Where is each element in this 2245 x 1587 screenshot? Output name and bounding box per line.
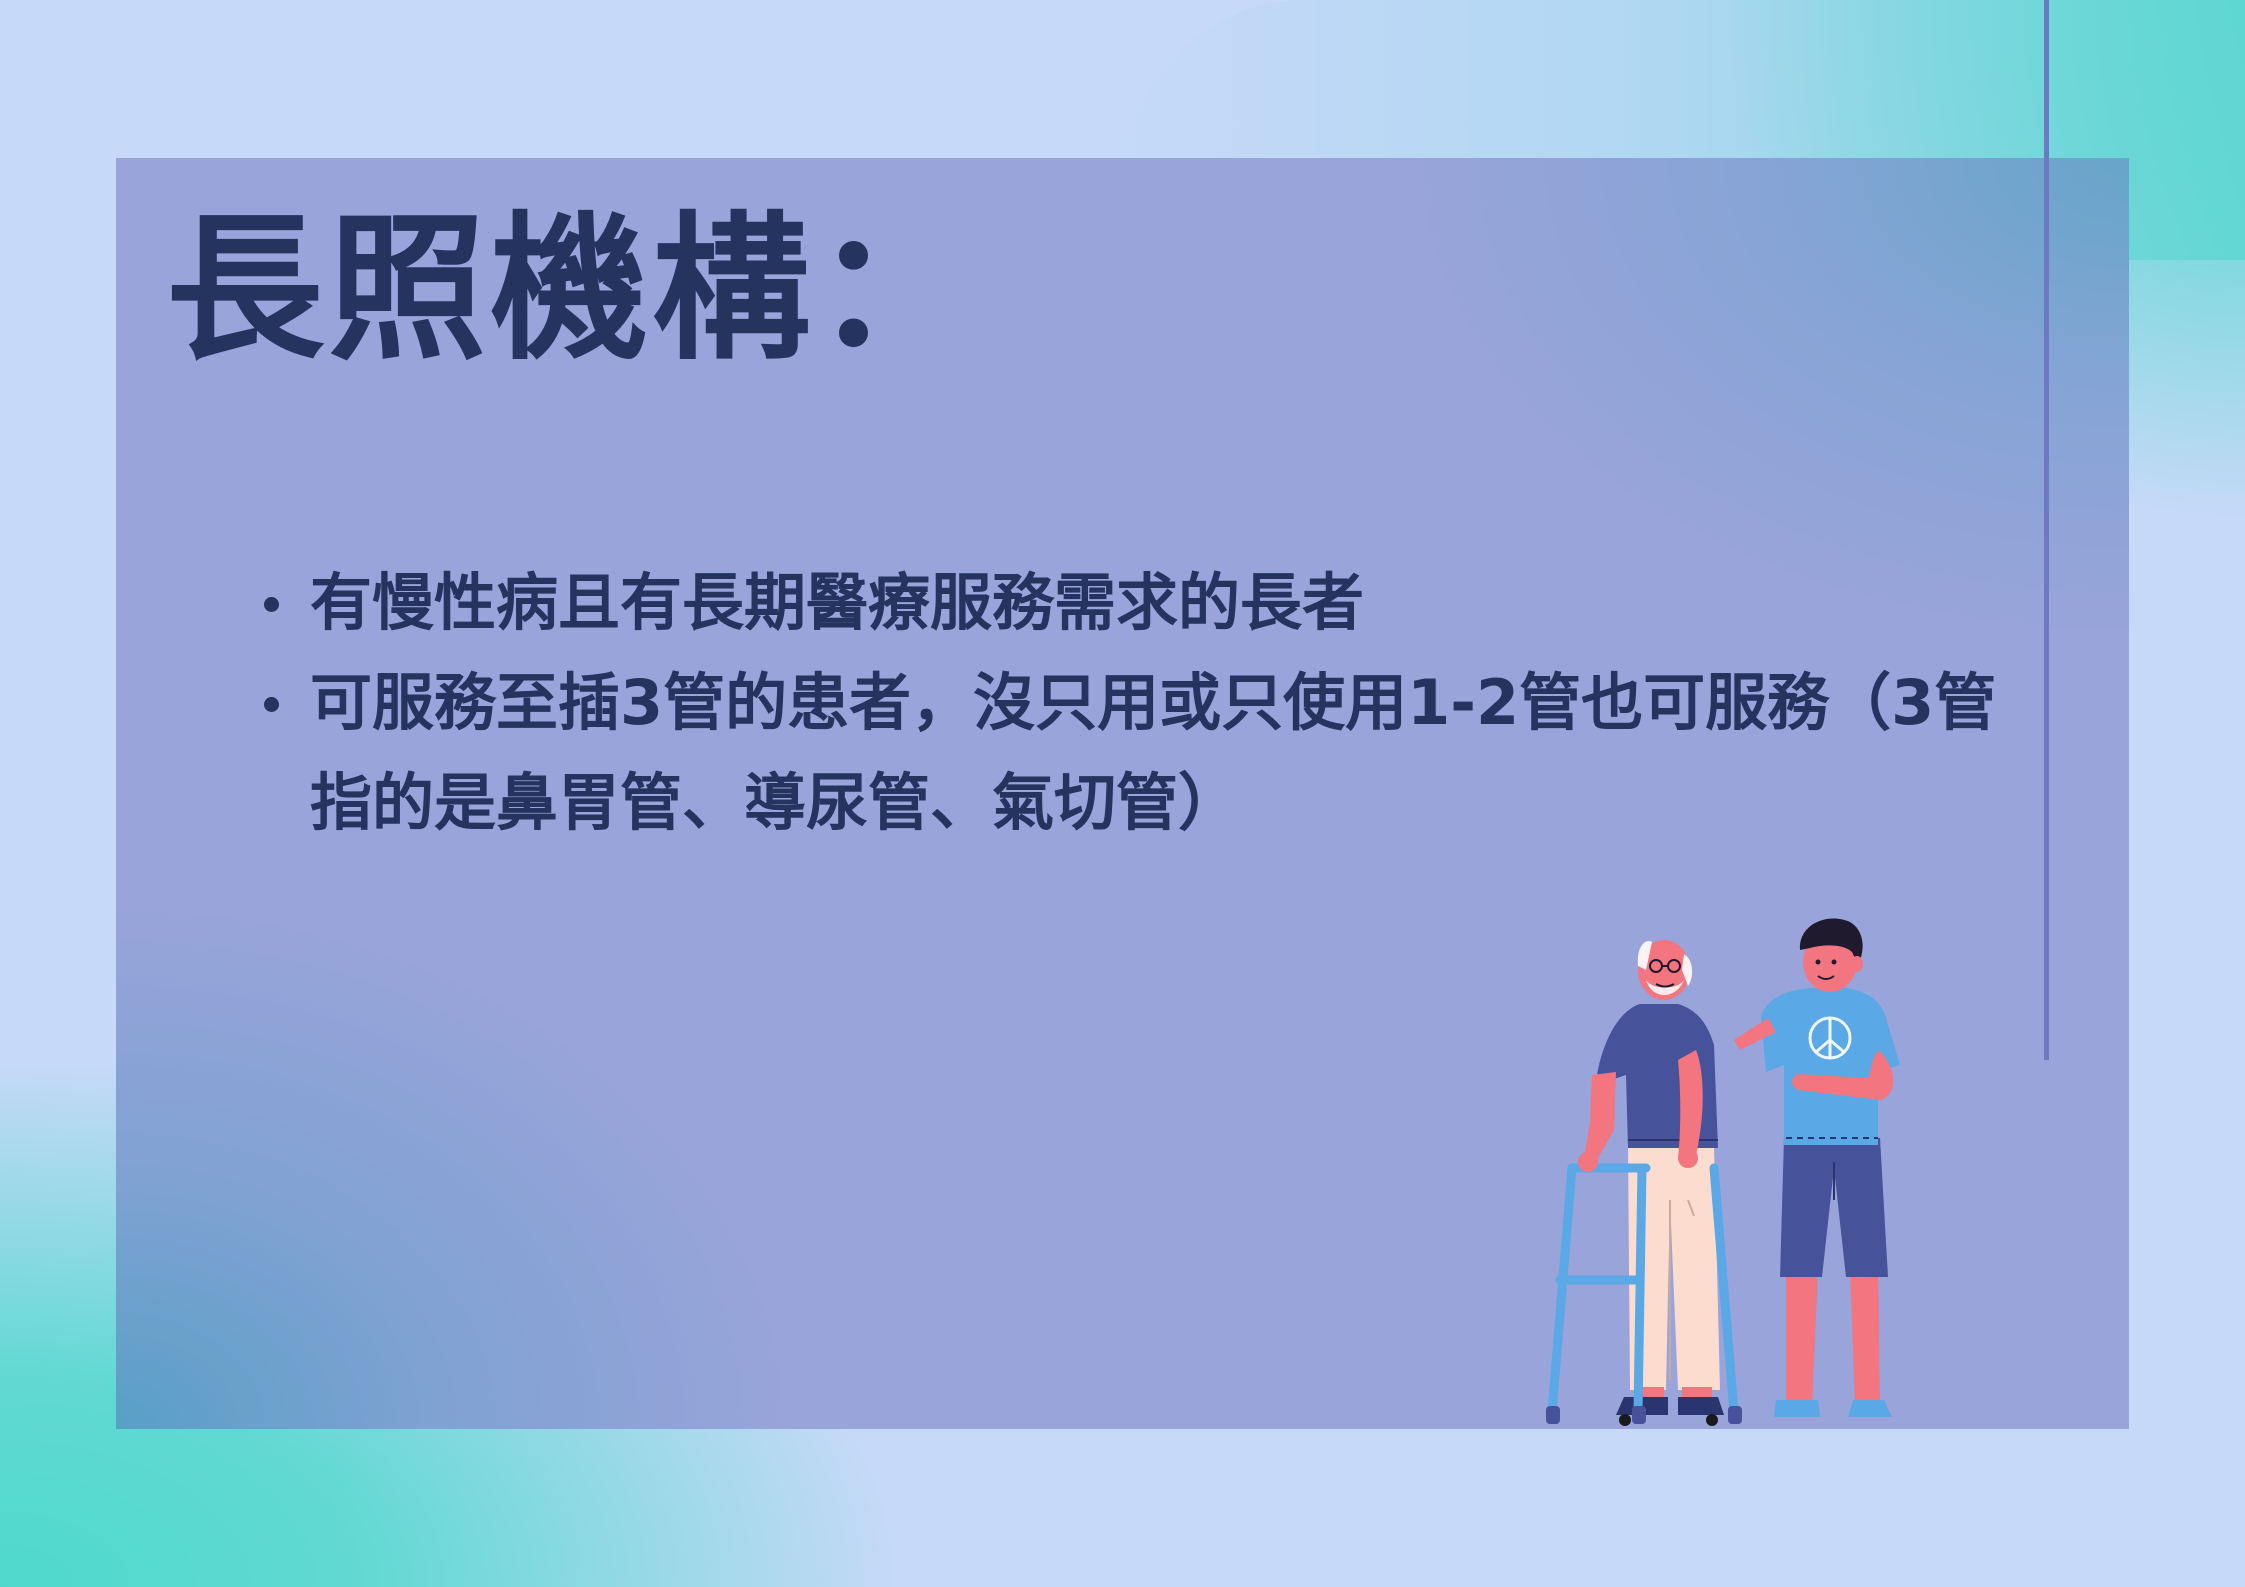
bullet-dot-icon — [264, 697, 279, 712]
bullet-list: 有慢性病且有長期醫療服務需求的長者 可服務至插3管的患者，沒只用或只使用1-2管… — [258, 553, 2018, 853]
bullet-text: 可服務至插3管的患者，沒只用或只使用1-2管也可服務（3管指的是鼻胃管、導尿管、… — [310, 666, 1997, 839]
vertical-accent-line — [2044, 0, 2049, 1060]
elder-hand — [1578, 1152, 1598, 1172]
bullet-text: 有慢性病且有長期醫療服務需求的長者 — [310, 566, 1365, 639]
caregiver-illustration — [1546, 918, 1900, 1426]
slide-title: 長照機構： — [166, 198, 976, 382]
elder-figure — [1584, 940, 1724, 1426]
bullet-item: 有慢性病且有長期醫療服務需求的長者 — [258, 553, 2018, 653]
caregiver-figure — [1734, 918, 1900, 1417]
bullet-dot-icon — [264, 597, 279, 612]
bullet-item: 可服務至插3管的患者，沒只用或只使用1-2管也可服務（3管指的是鼻胃管、導尿管、… — [258, 653, 2018, 853]
elder-hand — [1678, 1148, 1698, 1168]
